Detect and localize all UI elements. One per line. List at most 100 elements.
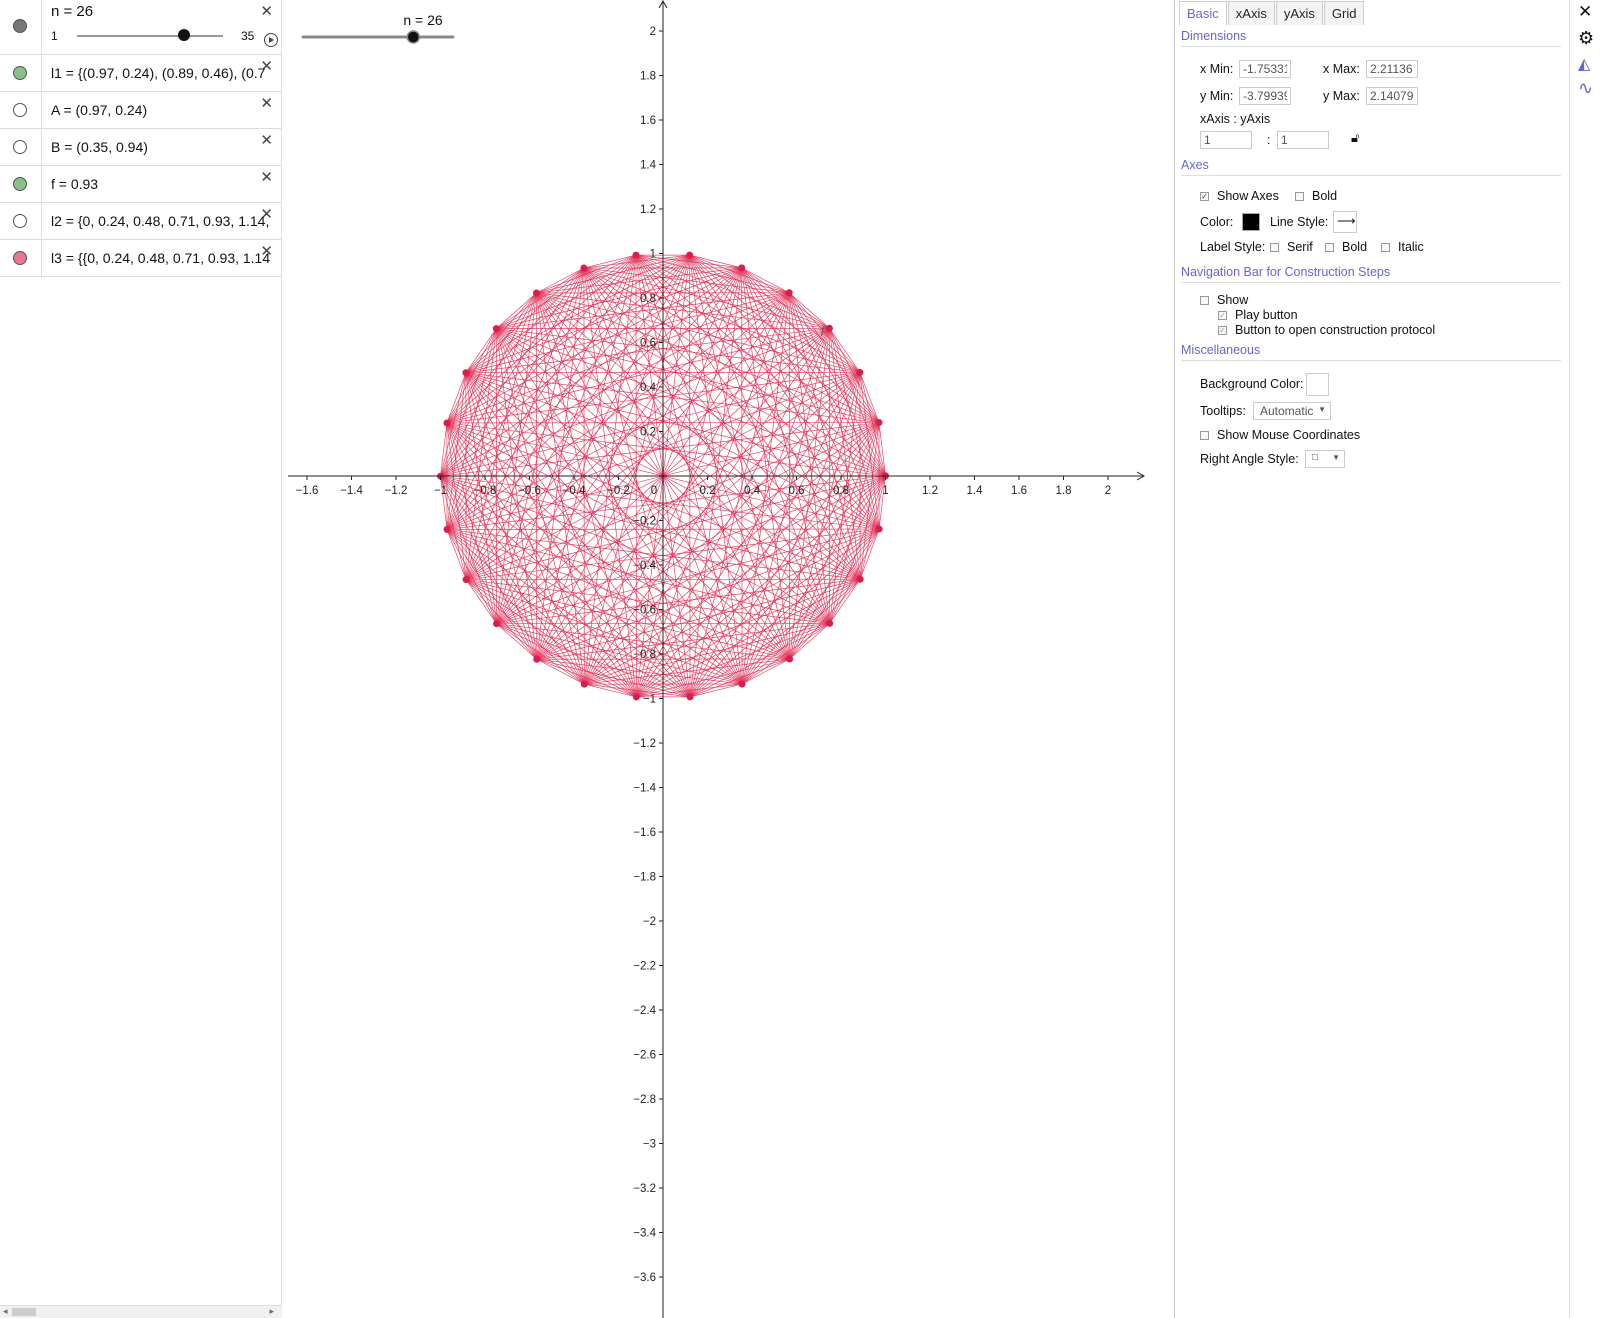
delete-icon[interactable]: ✕ — [260, 2, 273, 20]
chord-line[interactable] — [741, 528, 880, 685]
chord-line[interactable] — [583, 267, 691, 697]
right-angle-dropdown[interactable]: □ ▼ — [1305, 450, 1345, 468]
circle-point[interactable] — [533, 655, 541, 663]
horizontal-scrollbar[interactable]: ◂ ▸ — [0, 1305, 282, 1318]
algebra-row-b[interactable]: B = (0.35, 0.94) ✕ — [0, 129, 281, 166]
graphics-canvas[interactable]: −1.6 −1.4 −1.2 −1 −0.8 −0.6 −0.4 −0.2 0 0.2 0.4 0.6… — [288, 0, 1169, 1318]
chord-line[interactable] — [689, 254, 886, 477]
algebra-row-l2[interactable]: l2 = {0, 0.24, 0.48, 0.71, 0.93, 1.14, ✕ — [0, 203, 281, 240]
algebra-row-text[interactable]: l1 = {(0.97, 0.24), (0.89, 0.46), (0.7 — [51, 65, 277, 81]
chord-line[interactable] — [440, 476, 538, 660]
circle-point[interactable] — [632, 693, 640, 701]
algebra-row-a[interactable]: A = (0.97, 0.24) ✕ — [0, 92, 281, 129]
circle-point[interactable] — [492, 325, 500, 333]
algebra-settings-icon[interactable]: ∿ — [1578, 78, 1593, 99]
serif-checkbox[interactable] — [1270, 243, 1279, 252]
algebra-row-text[interactable]: A = (0.97, 0.24) — [51, 102, 277, 118]
slider-knob[interactable] — [178, 29, 191, 41]
unlock-icon[interactable]: 🔓︎ — [1351, 130, 1359, 146]
algebra-row-text[interactable]: f = 0.93 — [51, 176, 277, 192]
chord-line[interactable] — [689, 475, 886, 698]
marble-icon[interactable] — [13, 177, 27, 191]
graphics-slider-label[interactable]: n = 26 — [403, 12, 443, 28]
marble-icon[interactable] — [13, 251, 27, 265]
circle-point[interactable] — [825, 324, 833, 332]
show-axes-checkbox[interactable]: ✓ — [1200, 192, 1209, 201]
circle-point[interactable] — [875, 525, 883, 533]
label-bold-checkbox[interactable] — [1325, 243, 1334, 252]
gear-icon[interactable]: ⚙ — [1578, 28, 1594, 49]
ymin-input[interactable] — [1239, 87, 1291, 105]
scrollbar-thumb[interactable] — [12, 1308, 36, 1316]
circle-point[interactable] — [738, 680, 746, 688]
visibility-toggle[interactable] — [0, 129, 42, 165]
chord-line[interactable] — [496, 328, 886, 477]
tab-yaxis[interactable]: yAxis — [1275, 1, 1323, 25]
circle-point[interactable] — [786, 655, 794, 663]
tooltips-dropdown[interactable]: Automatic ▼ — [1253, 402, 1331, 420]
visibility-toggle[interactable] — [0, 0, 42, 54]
scroll-right-icon[interactable]: ▸ — [269, 1306, 274, 1317]
algebra-row-text[interactable]: B = (0.35, 0.94) — [51, 139, 277, 155]
delete-icon[interactable]: ✕ — [260, 205, 273, 223]
circle-point[interactable] — [856, 368, 864, 376]
visibility-toggle[interactable] — [0, 166, 42, 202]
line-style-dropdown[interactable]: ⟶ — [1333, 211, 1357, 233]
algebra-row-l1[interactable]: l1 = {(0.97, 0.24), (0.89, 0.46), (0.7 ✕ — [0, 55, 281, 92]
chord-line[interactable] — [440, 292, 790, 477]
visibility-toggle[interactable] — [0, 92, 42, 128]
circle-point[interactable] — [443, 419, 451, 427]
chord-line[interactable] — [636, 578, 861, 698]
circle-point[interactable] — [462, 369, 470, 377]
slider-track[interactable] — [77, 35, 223, 37]
close-icon[interactable]: ✕ — [1578, 2, 1592, 22]
marble-icon[interactable] — [13, 103, 27, 117]
graphics-slider-knob[interactable] — [406, 30, 421, 44]
circle-point[interactable] — [826, 619, 834, 627]
algebra-row-l3[interactable]: l3 = {{0, 0.24, 0.48, 0.71, 0.93, 1.14 ✕ — [0, 240, 281, 277]
ymax-input[interactable] — [1366, 87, 1418, 105]
chord-line[interactable] — [536, 475, 886, 660]
navbar-show-checkbox[interactable] — [1200, 296, 1209, 305]
chord-line[interactable] — [635, 255, 743, 685]
circle-point[interactable] — [686, 693, 694, 701]
play-button-checkbox[interactable]: ✓ — [1218, 311, 1227, 320]
ratio-x-input[interactable] — [1200, 131, 1252, 149]
circle-point[interactable] — [493, 620, 501, 628]
circle-point[interactable] — [875, 419, 883, 427]
xmax-input[interactable] — [1366, 60, 1418, 78]
chord-line[interactable] — [689, 328, 830, 697]
algebra-row-text[interactable]: l2 = {0, 0.24, 0.48, 0.71, 0.93, 1.14, — [51, 213, 277, 229]
delete-icon[interactable]: ✕ — [260, 131, 273, 149]
algebra-row-slider-n[interactable]: n = 26 ✕ 1 35 — [0, 0, 281, 55]
background-color-swatch[interactable] — [1306, 373, 1329, 396]
marble-icon[interactable] — [13, 66, 27, 80]
tab-grid[interactable]: Grid — [1323, 1, 1365, 25]
chord-line[interactable] — [496, 255, 637, 624]
visibility-toggle[interactable] — [0, 55, 42, 91]
circle-point[interactable] — [738, 264, 746, 272]
axis-color-swatch[interactable] — [1242, 213, 1260, 231]
italic-checkbox[interactable] — [1381, 243, 1390, 252]
bold-checkbox[interactable] — [1295, 192, 1304, 201]
ratio-y-input[interactable] — [1277, 131, 1329, 149]
xmin-input[interactable] — [1239, 60, 1291, 78]
delete-icon[interactable]: ✕ — [260, 168, 273, 186]
tab-xaxis[interactable]: xAxis — [1227, 1, 1275, 25]
visibility-toggle[interactable] — [0, 203, 42, 239]
scroll-left-icon[interactable]: ◂ — [3, 1306, 8, 1317]
marble-icon[interactable] — [13, 19, 27, 33]
circle-point[interactable] — [580, 680, 588, 688]
circle-point[interactable] — [443, 525, 451, 533]
graphics-view[interactable]: −1.6 −1.4 −1.2 −1 −0.8 −0.6 −0.4 −0.2 0 0.2 0.4 0.6… — [288, 0, 1169, 1318]
algebra-row-text[interactable]: n = 26 — [51, 3, 277, 20]
circle-point[interactable] — [462, 576, 470, 584]
circle-point[interactable] — [532, 289, 540, 297]
chord-line[interactable] — [689, 528, 880, 698]
delete-icon[interactable]: ✕ — [260, 94, 273, 112]
marble-icon[interactable] — [13, 140, 27, 154]
chord-line[interactable] — [440, 475, 637, 698]
circle-point[interactable] — [686, 251, 694, 259]
tab-basic[interactable]: Basic — [1179, 1, 1227, 25]
circle-point[interactable] — [785, 289, 793, 297]
